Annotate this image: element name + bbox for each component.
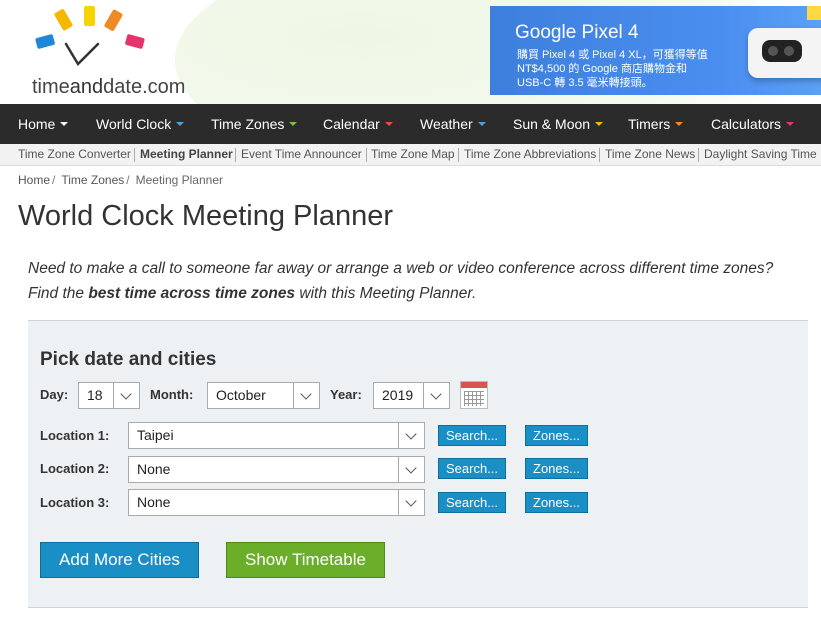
breadcrumb-current: Meeting Planner [135,173,223,187]
day-select[interactable]: 18 [78,382,140,409]
chevron-down-icon [176,122,185,127]
logo-clock-icon [35,6,145,67]
site-logo[interactable]: timeanddate.com [28,6,208,98]
ad-phone-image [748,28,821,78]
location-2-select[interactable]: None [128,456,425,483]
location-3-zones-button[interactable]: Zones... [525,492,588,513]
nav-timers[interactable]: Timers [628,104,684,144]
add-more-cities-button[interactable]: Add More Cities [40,542,199,578]
month-label: Month: [150,387,194,402]
chevron-down-icon [60,122,69,127]
form-title: Pick date and cities [40,349,217,370]
chevron-down-icon [384,122,393,127]
nav-calculators[interactable]: Calculators [711,104,795,144]
chevron-down-icon [113,383,139,408]
day-label: Day: [40,387,69,402]
location-2-search-button[interactable]: Search... [438,458,507,479]
subnav-time-zone-abbreviations[interactable]: Time Zone Abbreviations [464,144,596,165]
subnav-divider [235,148,236,162]
show-timetable-button[interactable]: Show Timetable [226,542,385,578]
year-label: Year: [330,387,362,402]
breadcrumb-home[interactable]: Home [18,173,50,187]
ad-choices-icon[interactable] [807,6,821,20]
chevron-down-icon [595,122,604,127]
breadcrumb: Home / Time Zones / Meeting Planner [18,173,223,187]
nav-calendar[interactable]: Calendar [323,104,393,144]
location-3-select[interactable]: None [128,489,425,516]
page-title: World Clock Meeting Planner [18,200,394,232]
chevron-down-icon [293,383,319,408]
subnav-divider [366,148,367,162]
subnav-meeting-planner[interactable]: Meeting Planner [140,144,233,165]
advertisement-banner[interactable]: Google Pixel 4 購買 Pixel 4 或 Pixel 4 XL，可… [490,6,821,95]
chevron-down-icon [675,122,684,127]
chevron-down-icon [786,122,795,127]
intro-line-2: Find the best time across time zones wit… [28,285,477,302]
site-header: timeanddate.com Google Pixel 4 購買 Pixel … [0,0,821,104]
intro-text: Need to make a call to someone far away … [28,256,818,306]
nav-world-clock[interactable]: World Clock [96,104,185,144]
intro-line-1: Need to make a call to someone far away … [28,260,774,277]
ad-body: 購買 Pixel 4 或 Pixel 4 XL，可獲得等值 NT$4,500 的… [517,49,708,89]
logo-wordmark: timeanddate.com [32,76,186,98]
nav-time-zones[interactable]: Time Zones [211,104,298,144]
nav-sun-moon[interactable]: Sun & Moon [513,104,604,144]
chevron-down-icon [398,490,424,515]
location-1-select[interactable]: Taipei [128,422,425,449]
chevron-down-icon [398,457,424,482]
location-3-label: Location 3: [40,495,110,510]
breadcrumb-time-zones[interactable]: Time Zones [61,173,124,187]
location-3-search-button[interactable]: Search... [438,492,507,513]
ad-title: Google Pixel 4 [515,22,639,43]
chevron-down-icon [423,383,449,408]
subnav-divider [599,148,600,162]
subnav-event-time-announcer[interactable]: Event Time Announcer [241,144,362,165]
subnav-time-zone-map[interactable]: Time Zone Map [371,144,455,165]
year-select[interactable]: 2019 [373,382,450,409]
subnav-time-zone-converter[interactable]: Time Zone Converter [18,144,131,165]
location-1-zones-button[interactable]: Zones... [525,425,588,446]
chevron-down-icon [398,423,424,448]
location-2-label: Location 2: [40,461,110,476]
chevron-down-icon [477,122,486,127]
location-2-zones-button[interactable]: Zones... [525,458,588,479]
subnav-daylight-saving-time[interactable]: Daylight Saving Time [704,144,817,165]
main-nav: Home World Clock Time Zones Calendar Wea… [0,104,821,144]
subnav-divider [134,148,135,162]
nav-home[interactable]: Home [18,104,69,144]
location-1-search-button[interactable]: Search... [438,425,507,446]
sub-nav: Time Zone Converter Meeting Planner Even… [0,144,821,166]
subnav-time-zone-news[interactable]: Time Zone News [605,144,695,165]
chevron-down-icon [289,122,298,127]
month-select[interactable]: October [207,382,320,409]
nav-weather[interactable]: Weather [420,104,486,144]
subnav-divider [698,148,699,162]
meeting-planner-form: Pick date and cities Day: 18 Month: Octo… [28,320,808,608]
calendar-icon[interactable] [460,381,488,409]
location-1-label: Location 1: [40,428,110,443]
subnav-divider [458,148,459,162]
